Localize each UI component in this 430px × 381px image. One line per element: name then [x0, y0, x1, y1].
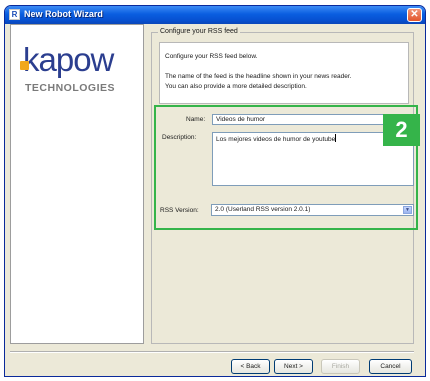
- kapow-logo: kapow: [23, 41, 114, 78]
- robot-app-icon: R: [9, 9, 20, 20]
- cancel-button[interactable]: Cancel: [369, 359, 412, 374]
- logo-subtitle: TECHNOLOGIES: [25, 82, 116, 94]
- annotation-highlight-box: [154, 105, 418, 230]
- intro-text: The name of the feed is the headline sho…: [165, 73, 352, 80]
- annotation-step-badge: 2: [383, 114, 420, 146]
- title-bar[interactable]: R New Robot Wizard ✕: [5, 6, 425, 24]
- group-legend: Configure your RSS feed: [158, 27, 240, 36]
- intro-text: You can also provide a more detailed des…: [165, 83, 307, 90]
- close-icon[interactable]: ✕: [407, 8, 422, 22]
- finish-button[interactable]: Finish: [321, 359, 360, 374]
- next-button[interactable]: Next >: [274, 359, 313, 374]
- window-title: New Robot Wizard: [24, 9, 103, 19]
- logo-accent-icon: [20, 61, 29, 70]
- wizard-sidebar: kapow TECHNOLOGIES: [10, 24, 144, 344]
- back-button[interactable]: < Back: [231, 359, 270, 374]
- button-separator: [10, 351, 414, 353]
- intro-panel: Configure your RSS feed below. The name …: [159, 42, 409, 104]
- intro-text: Configure your RSS feed below.: [165, 53, 258, 60]
